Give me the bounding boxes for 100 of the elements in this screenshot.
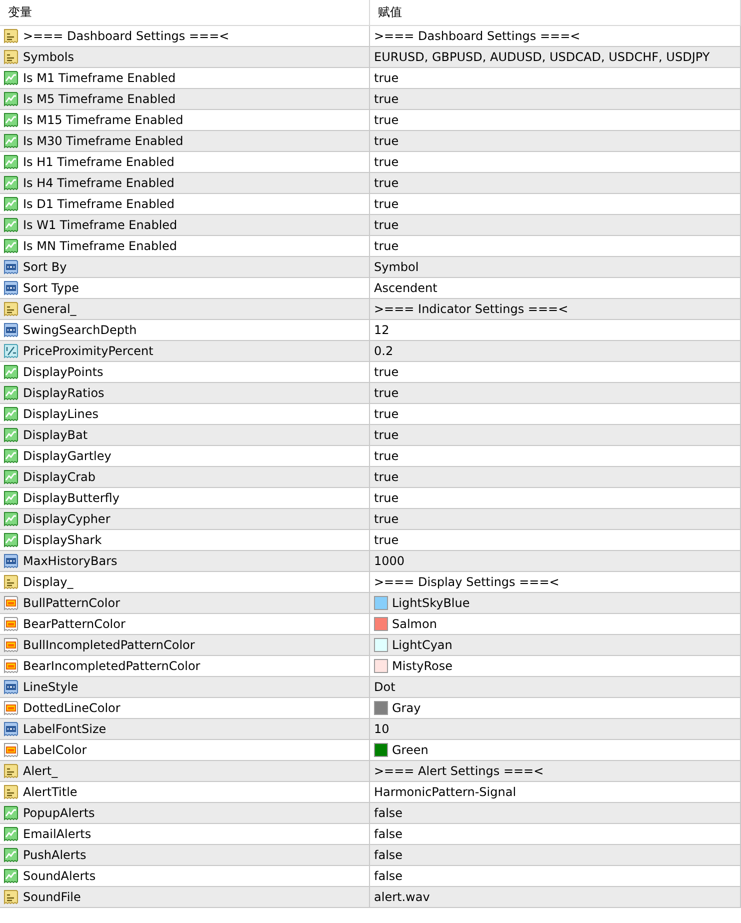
chart-line-icon bbox=[3, 133, 19, 149]
parameter-value[interactable]: 0.2 bbox=[374, 344, 394, 358]
parameter-value[interactable]: true bbox=[374, 176, 399, 190]
parameter-name: DisplayBat bbox=[23, 428, 88, 442]
parameter-value[interactable]: false bbox=[374, 848, 403, 862]
parameter-value[interactable]: 1000 bbox=[374, 554, 405, 568]
parameter-value[interactable]: LightCyan bbox=[392, 638, 452, 652]
parameter-value[interactable]: true bbox=[374, 406, 399, 422]
parameter-name: Symbols bbox=[23, 50, 74, 64]
parameter-name: PriceProximityPercent bbox=[23, 344, 154, 358]
parameter-value[interactable]: true bbox=[374, 512, 399, 526]
parameter-value[interactable]: alert.wav bbox=[374, 890, 430, 904]
parameter-name: Alert_ bbox=[23, 764, 58, 778]
parameter-value[interactable]: HarmonicPattern-Signal bbox=[374, 784, 516, 800]
parameter-name: BullIncompletedPatternColor bbox=[23, 638, 195, 652]
parameter-value[interactable]: true bbox=[374, 364, 399, 380]
parameter-value[interactable]: true bbox=[374, 470, 399, 484]
parameter-name: DisplayCrab bbox=[23, 470, 96, 484]
parameter-name: LabelFontSize bbox=[23, 722, 106, 736]
chart-line-icon bbox=[3, 805, 19, 821]
parameter-name: Is M1 Timeframe Enabled bbox=[23, 70, 176, 86]
parameter-value[interactable]: Green bbox=[392, 742, 428, 758]
string-type-icon bbox=[3, 763, 19, 779]
string-type-icon bbox=[3, 301, 19, 317]
parameter-name: DisplayRatios bbox=[23, 386, 104, 400]
parameter-value[interactable]: Salmon bbox=[392, 616, 437, 632]
parameter-name: DisplayShark bbox=[23, 532, 102, 548]
parameter-value[interactable]: Ascendent bbox=[374, 280, 438, 296]
parameter-name: DisplayCypher bbox=[23, 512, 110, 526]
parameter-value[interactable]: true bbox=[374, 154, 399, 170]
parameter-value[interactable]: false bbox=[374, 826, 403, 842]
parameter-name: Is H4 Timeframe Enabled bbox=[23, 176, 174, 190]
parameter-value[interactable]: false bbox=[374, 806, 403, 820]
parameter-value[interactable]: 12 bbox=[374, 322, 390, 338]
parameter-value[interactable]: Gray bbox=[392, 700, 421, 716]
parameter-name: DisplayPoints bbox=[23, 364, 104, 380]
parameter-name: EmailAlerts bbox=[23, 826, 92, 842]
parameter-value[interactable]: Symbol bbox=[374, 260, 419, 274]
number-type-icon bbox=[3, 553, 19, 569]
parameter-value[interactable]: true bbox=[374, 218, 399, 232]
parameter-name: SwingSearchDepth bbox=[23, 322, 137, 338]
string-type-icon bbox=[3, 784, 19, 800]
parameter-value[interactable]: true bbox=[374, 386, 399, 400]
parameter-value[interactable]: true bbox=[374, 490, 399, 506]
parameter-name: General_ bbox=[23, 302, 76, 316]
parameter-name: DisplayButterfly bbox=[23, 490, 120, 506]
number-type-icon bbox=[3, 259, 19, 275]
string-type-icon bbox=[3, 28, 19, 44]
parameter-value[interactable]: Dot bbox=[374, 680, 396, 694]
parameter-value[interactable]: true bbox=[374, 196, 399, 212]
parameter-name: Is M15 Timeframe Enabled bbox=[23, 112, 184, 128]
parameter-name: SoundFile bbox=[23, 890, 81, 904]
parameter-name: Is H1 Timeframe Enabled bbox=[23, 154, 174, 170]
parameter-value[interactable]: true bbox=[374, 238, 399, 254]
parameter-name: BullPatternColor bbox=[23, 596, 120, 610]
parameter-value[interactable]: true bbox=[374, 532, 399, 548]
chart-line-icon bbox=[3, 469, 19, 485]
parameter-name: PopupAlerts bbox=[23, 806, 95, 820]
parameter-name: Is D1 Timeframe Enabled bbox=[23, 196, 175, 212]
parameter-name: DottedLineColor bbox=[23, 700, 120, 716]
fraction-type-icon bbox=[3, 343, 19, 359]
parameter-name: Sort By bbox=[23, 260, 67, 274]
parameter-name: AlertTitle bbox=[23, 784, 78, 800]
parameter-name: Sort Type bbox=[23, 280, 79, 296]
parameter-name: DisplayLines bbox=[23, 406, 98, 422]
parameter-name: Display_ bbox=[23, 574, 74, 590]
parameter-name: BearIncompletedPatternColor bbox=[23, 658, 200, 674]
parameter-name: SoundAlerts bbox=[23, 868, 96, 884]
parameter-value[interactable]: true bbox=[374, 134, 399, 148]
parameter-value[interactable]: LightSkyBlue bbox=[392, 596, 470, 610]
string-type-icon bbox=[3, 574, 19, 590]
parameter-value[interactable]: true bbox=[374, 112, 399, 128]
parameter-name: Is MN Timeframe Enabled bbox=[23, 238, 178, 254]
parameter-value[interactable]: MistyRose bbox=[392, 658, 453, 674]
chart-line-icon bbox=[3, 175, 19, 191]
parameter-name: MaxHistoryBars bbox=[23, 554, 118, 568]
parameter-value[interactable]: >=== Display Settings ===< bbox=[374, 574, 560, 590]
number-type-icon bbox=[3, 721, 19, 737]
parameter-name: Is M5 Timeframe Enabled bbox=[23, 92, 176, 106]
parameter-name: PushAlerts bbox=[23, 848, 86, 862]
number-type-icon bbox=[3, 679, 19, 695]
parameter-name: Is M30 Timeframe Enabled bbox=[23, 134, 184, 148]
chart-line-icon bbox=[3, 217, 19, 233]
parameter-name: >=== Dashboard Settings ===< bbox=[23, 28, 230, 44]
parameter-name: LineStyle bbox=[23, 680, 78, 694]
parameter-value[interactable]: true bbox=[374, 448, 399, 464]
parameter-value[interactable]: true bbox=[374, 428, 399, 442]
parameter-name: LabelColor bbox=[23, 742, 87, 758]
color-type-icon bbox=[3, 595, 19, 611]
string-type-icon bbox=[3, 49, 19, 65]
chart-line-icon bbox=[3, 385, 19, 401]
parameter-value[interactable]: true bbox=[374, 70, 399, 86]
parameter-value[interactable]: true bbox=[374, 92, 399, 106]
color-type-icon bbox=[3, 637, 19, 653]
chart-line-icon bbox=[3, 511, 19, 527]
parameter-value[interactable]: false bbox=[374, 868, 403, 884]
parameter-name: DisplayGartley bbox=[23, 448, 112, 464]
parameter-value[interactable]: >=== Dashboard Settings ===< bbox=[374, 28, 580, 44]
parameter-name: BearPatternColor bbox=[23, 616, 126, 632]
parameter-value[interactable]: 10 bbox=[374, 722, 390, 736]
